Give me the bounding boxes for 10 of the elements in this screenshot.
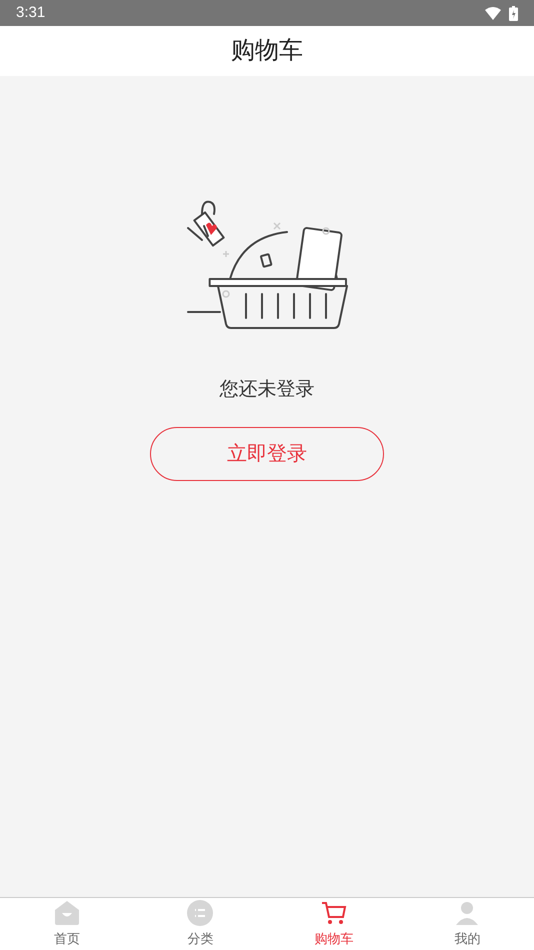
nav-tab[interactable]: 首页 bbox=[0, 898, 134, 950]
nav-tab[interactable]: 购物车 bbox=[267, 898, 400, 950]
page-title: 购物车 bbox=[231, 36, 303, 66]
status-time: 3:31 bbox=[16, 2, 46, 23]
nav-tab[interactable]: 分类 bbox=[134, 898, 267, 950]
login-button[interactable]: 立即登录 bbox=[150, 426, 384, 480]
login-prompt: 您还未登录 bbox=[220, 378, 314, 402]
wifi-icon bbox=[485, 6, 501, 20]
nav-tab[interactable]: 我的 bbox=[400, 898, 534, 950]
battery-icon bbox=[509, 6, 518, 20]
